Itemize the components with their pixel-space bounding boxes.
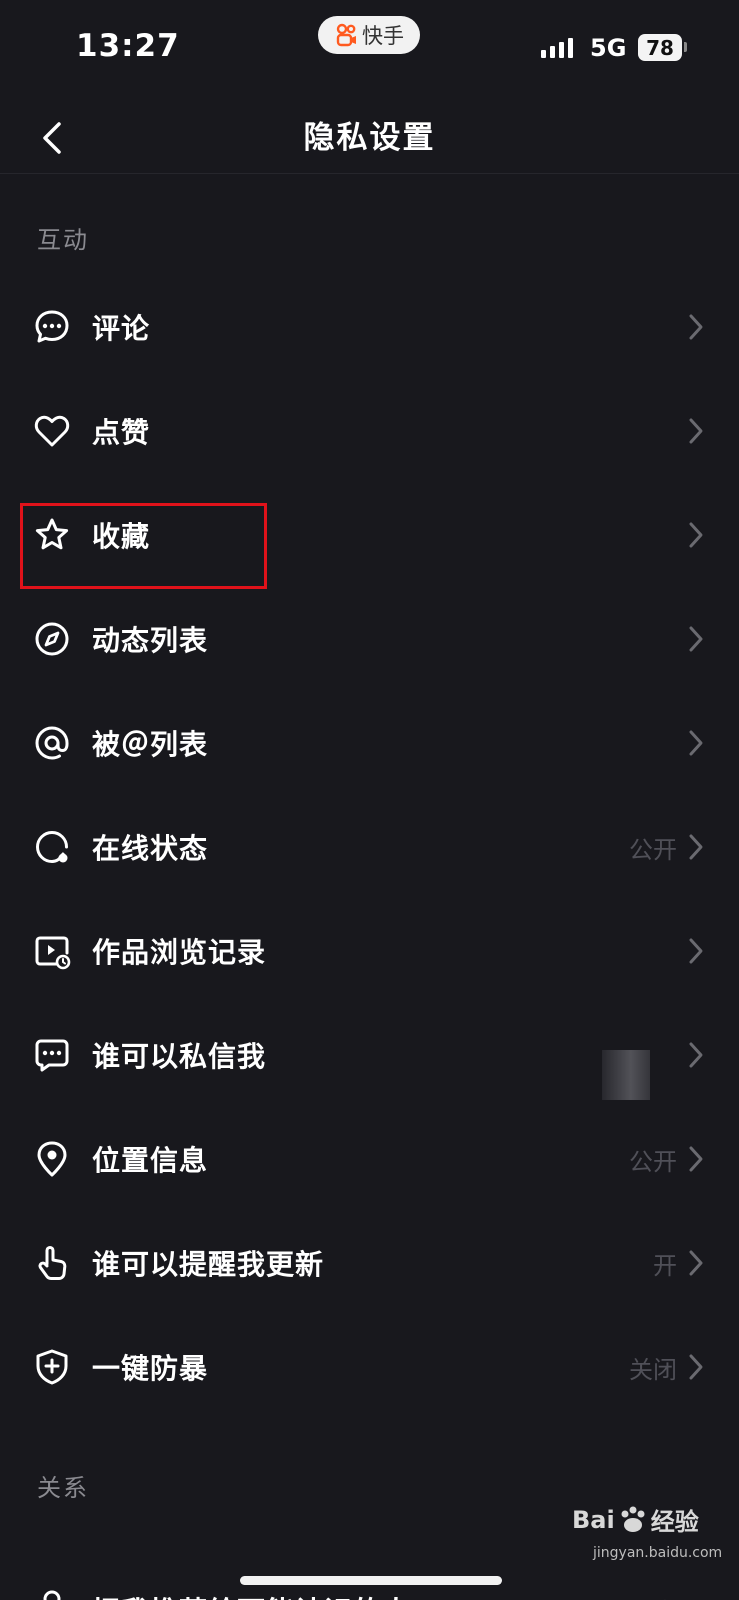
settings-row-label: 作品浏览记录 <box>92 936 267 969</box>
settings-row-value: 公开 <box>629 835 677 864</box>
settings-row-comments[interactable]: 评论 <box>0 274 739 380</box>
settings-row-online-status[interactable]: 在线状态 公开 <box>0 794 739 900</box>
comment-icon <box>32 307 72 347</box>
settings-row-location[interactable]: 位置信息 公开 <box>0 1106 739 1212</box>
chevron-right-icon <box>686 728 706 758</box>
chevron-right-icon <box>686 1144 706 1174</box>
settings-row-anti-harassment[interactable]: 一键防暴 关闭 <box>0 1314 739 1420</box>
settings-row-label: 谁可以私信我 <box>92 1040 267 1073</box>
settings-row-label: 在线状态 <box>92 832 209 865</box>
chevron-right-icon <box>686 832 706 862</box>
settings-row-value: 开 <box>653 1251 677 1280</box>
chevron-right-icon <box>686 936 706 966</box>
chevron-right-icon <box>686 1040 706 1070</box>
blurred-value-overlay <box>602 1050 650 1100</box>
message-icon <box>32 1035 72 1075</box>
settings-row-label: 位置信息 <box>92 1144 209 1177</box>
heart-icon <box>32 411 72 451</box>
chevron-right-icon <box>686 312 706 342</box>
nav-bar: 隐私设置 <box>0 100 739 174</box>
shield-plus-icon <box>32 1347 72 1387</box>
kuaishou-logo-icon <box>336 23 356 47</box>
home-indicator[interactable] <box>240 1576 502 1585</box>
page-title: 隐私设置 <box>303 120 436 156</box>
watermark-suffix: 经验 <box>650 1508 699 1536</box>
settings-row-label: 把我推荐给可能认识的人 <box>92 1590 411 1600</box>
settings-row-who-can-remind[interactable]: 谁可以提醒我更新 开 <box>0 1210 739 1316</box>
paw-icon <box>621 1506 645 1532</box>
chevron-right-icon <box>686 1248 706 1278</box>
app-name-label: 快手 <box>362 24 404 48</box>
battery-tip <box>684 42 687 52</box>
status-time: 13:27 <box>76 28 180 64</box>
section-header-interaction: 互动 <box>37 226 89 254</box>
person-icon <box>32 1586 72 1600</box>
settings-row-mentions-list[interactable]: 被＠列表 <box>0 690 739 796</box>
section-header-relationship: 关系 <box>37 1474 89 1502</box>
settings-row-label: 点赞 <box>92 416 151 449</box>
settings-row-value: 开启 <box>629 1592 677 1600</box>
compass-icon <box>32 619 72 659</box>
settings-row-label: 评论 <box>92 312 151 345</box>
battery-level: 78 <box>646 35 674 60</box>
video-history-icon <box>32 931 72 971</box>
online-status-icon <box>32 827 72 867</box>
chevron-right-icon <box>686 520 706 550</box>
signal-icon <box>541 38 573 58</box>
highlight-annotation-box <box>20 503 267 589</box>
chevron-right-icon <box>686 624 706 654</box>
settings-row-likes[interactable]: 点赞 <box>0 378 739 484</box>
tap-hand-icon <box>32 1243 72 1283</box>
app-indicator-pill[interactable]: 快手 <box>318 16 420 54</box>
location-icon <box>32 1139 72 1179</box>
settings-row-activity-list[interactable]: 动态列表 <box>0 586 739 692</box>
settings-row-value: 公开 <box>629 1147 677 1176</box>
settings-row-label: 被＠列表 <box>92 728 209 761</box>
at-icon <box>32 723 72 763</box>
watermark-url: jingyan.baidu.com <box>593 1545 723 1561</box>
network-type: 5G <box>590 34 627 62</box>
status-bar: 13:27 快手 5G 78 <box>0 0 739 100</box>
battery-icon: 78 <box>638 34 682 61</box>
watermark-brand: Bai <box>572 1505 615 1534</box>
settings-row-view-history[interactable]: 作品浏览记录 <box>0 898 739 1004</box>
settings-row-label: 谁可以提醒我更新 <box>92 1248 325 1281</box>
settings-row-label: 一键防暴 <box>92 1352 209 1385</box>
baidu-watermark: Bai 经验 <box>572 1502 699 1537</box>
chevron-right-icon <box>686 1352 706 1382</box>
settings-row-label: 动态列表 <box>92 624 209 657</box>
chevron-right-icon <box>686 416 706 446</box>
settings-row-value: 关闭 <box>629 1355 677 1384</box>
